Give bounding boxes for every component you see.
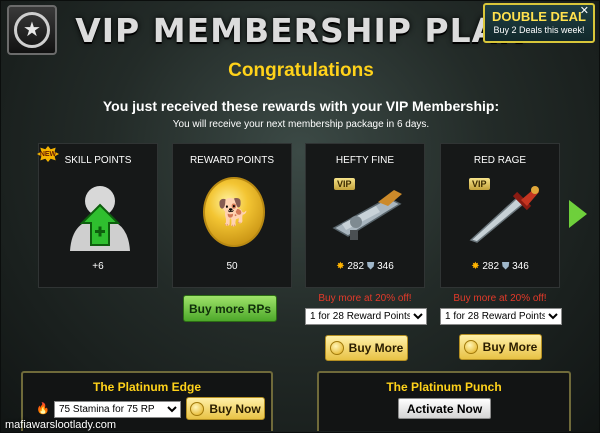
rewards-headline: You just received these rewards with you… xyxy=(102,98,500,114)
card-value: 50 xyxy=(226,261,238,272)
defense-icon: ⛊ xyxy=(366,261,375,272)
next-arrow-icon[interactable] xyxy=(569,200,587,228)
weapon-stats: ✸ 282 ⛊ 346 xyxy=(441,261,559,272)
fire-icon: 🔥 xyxy=(36,403,50,415)
attack-icon: ✸ xyxy=(471,261,480,272)
button-label: Buy Now xyxy=(209,401,261,416)
card-label: RED RAGE xyxy=(473,155,527,166)
reward-card-hefty-fine: HEFTY FINE VIP ✸ 282 ⛊ 346 xyxy=(305,143,425,288)
panel-title: The Platinum Edge xyxy=(92,380,201,394)
stamina-select[interactable]: 75 Stamina for 75 RP xyxy=(54,401,181,418)
double-deal-title: DOUBLE DEAL xyxy=(492,9,586,24)
vip-membership-dialog: ★ VIP MEMBERSHIP PLAN DOUBLE DEAL Buy 2 … xyxy=(0,0,600,433)
skill-points-icon xyxy=(70,186,130,251)
double-deal-banner[interactable]: DOUBLE DEAL Buy 2 Deals this week! ✕ xyxy=(483,3,595,43)
attack-icon: ✸ xyxy=(336,261,345,272)
hefty-fine-weapon-icon xyxy=(332,190,402,240)
coin-icon xyxy=(463,340,478,354)
reward-card-skill-points: SKILL POINTS +6 xyxy=(38,143,158,288)
attack-value: 282 xyxy=(347,261,365,272)
double-deal-subtitle: Buy 2 Deals this week! xyxy=(493,25,585,35)
watermark: mafiawarslootlady.com xyxy=(5,419,117,431)
card-label: HEFTY FINE xyxy=(335,155,395,166)
weapon-stats: ✸ 282 ⛊ 346 xyxy=(306,261,424,272)
buy-more-button[interactable]: Buy More xyxy=(325,335,408,361)
congratulations-heading: Congratulations xyxy=(228,60,374,81)
red-rage-weapon-icon xyxy=(469,186,539,243)
discount-promo-text: Buy more at 20% off! xyxy=(453,293,547,304)
buy-now-button[interactable]: Buy Now xyxy=(186,397,265,420)
card-label: REWARD POINTS xyxy=(189,155,275,166)
hefty-fine-quantity-select[interactable]: 1 for 28 Reward Points xyxy=(305,308,427,325)
card-value: +6 xyxy=(92,261,104,272)
buy-more-button[interactable]: Buy More xyxy=(459,334,542,360)
platinum-punch-panel: The Platinum Punch Activate Now xyxy=(317,371,571,431)
panel-title: The Platinum Punch xyxy=(386,380,502,394)
attack-value: 282 xyxy=(482,261,500,272)
defense-value: 346 xyxy=(377,261,394,272)
card-label: SKILL POINTS xyxy=(64,155,132,166)
coin-icon xyxy=(329,341,344,355)
activate-now-button[interactable]: Activate Now xyxy=(398,398,491,419)
reward-card-reward-points: REWARD POINTS 🐕 50 xyxy=(172,143,292,288)
close-icon[interactable]: ✕ xyxy=(580,4,589,17)
button-label: Buy More xyxy=(348,341,404,355)
defense-value: 346 xyxy=(512,261,529,272)
defense-icon: ⛊ xyxy=(501,261,510,272)
discount-promo-text: Buy more at 20% off! xyxy=(318,293,412,304)
reward-card-red-rage: RED RAGE VIP ✸ 282 ⛊ 346 xyxy=(440,143,560,288)
coin-icon xyxy=(190,401,205,416)
buy-more-rps-button[interactable]: Buy more RPs xyxy=(183,295,277,322)
red-rage-quantity-select[interactable]: 1 for 28 Reward Points xyxy=(440,308,562,325)
next-package-notice: You will receive your next membership pa… xyxy=(172,119,430,130)
button-label: Buy More xyxy=(482,340,538,354)
reward-coin-icon: 🐕 xyxy=(203,177,265,247)
